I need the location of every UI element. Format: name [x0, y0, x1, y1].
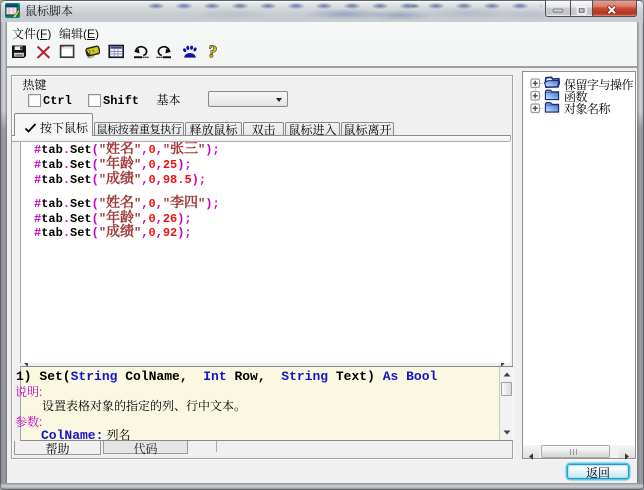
svg-text:?: ?	[207, 44, 218, 60]
